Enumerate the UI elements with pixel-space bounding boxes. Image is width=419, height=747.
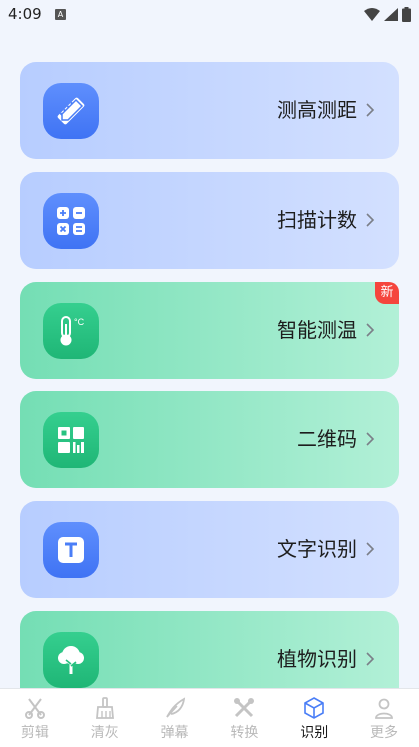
ruler-pencil-icon xyxy=(43,83,99,139)
signal-icon xyxy=(384,8,398,21)
user-icon xyxy=(375,698,393,719)
tab-convert[interactable]: 转换 xyxy=(209,689,279,747)
tab-label: 转换 xyxy=(230,725,259,741)
tab-label: 清灰 xyxy=(90,725,119,741)
status-icons xyxy=(364,7,411,22)
wifi-icon xyxy=(364,8,380,21)
card-smart-temperature[interactable]: °C 智能测温 新 xyxy=(20,282,399,379)
tree-icon xyxy=(43,632,99,688)
new-badge: 新 xyxy=(375,282,399,304)
card-qr-code[interactable]: 二维码 xyxy=(20,391,399,488)
tab-label: 剪辑 xyxy=(20,725,49,741)
tab-danmaku[interactable]: 弹幕 xyxy=(140,689,210,747)
tab-label: 识别 xyxy=(300,725,329,741)
tab-edit[interactable]: 剪辑 xyxy=(0,689,70,747)
chevron-right-icon xyxy=(366,652,375,666)
tab-clean[interactable]: 清灰 xyxy=(70,689,140,747)
card-scan-count[interactable]: 扫描计数 xyxy=(20,172,399,269)
notification-icon: A xyxy=(55,9,66,20)
tab-label: 更多 xyxy=(370,725,399,741)
chevron-right-icon xyxy=(366,213,375,227)
calculator-icon xyxy=(43,193,99,249)
tab-recognize[interactable]: 识别 xyxy=(279,689,349,747)
tab-more[interactable]: 更多 xyxy=(349,689,419,747)
chevron-right-icon xyxy=(366,323,375,337)
thermometer-icon: °C xyxy=(43,303,99,359)
status-bar: 4:09 A xyxy=(0,0,419,30)
cube-icon xyxy=(304,697,325,719)
scissors-icon xyxy=(24,698,45,719)
chevron-right-icon xyxy=(366,103,375,117)
tab-label: 弹幕 xyxy=(160,725,189,741)
qr-code-icon xyxy=(43,412,99,468)
text-recognition-icon xyxy=(43,522,99,578)
card-label: 文字识别 xyxy=(277,537,357,561)
chevron-right-icon xyxy=(366,432,375,446)
svg-text:°C: °C xyxy=(74,317,85,327)
feather-icon xyxy=(165,697,185,718)
card-label: 扫描计数 xyxy=(277,208,357,232)
card-height-distance[interactable]: 测高测距 xyxy=(20,62,399,159)
tools-icon xyxy=(234,698,255,718)
brush-icon xyxy=(95,697,114,719)
card-label: 二维码 xyxy=(297,427,357,451)
card-text-recognition[interactable]: 文字识别 xyxy=(20,501,399,598)
card-label: 智能测温 xyxy=(277,318,357,342)
battery-icon xyxy=(402,7,411,22)
bottom-tab-bar: 剪辑 清灰 弹幕 转换 识别 更多 xyxy=(0,688,419,747)
status-time: 4:09 xyxy=(8,5,42,23)
card-label: 测高测距 xyxy=(277,98,357,122)
chevron-right-icon xyxy=(366,542,375,556)
